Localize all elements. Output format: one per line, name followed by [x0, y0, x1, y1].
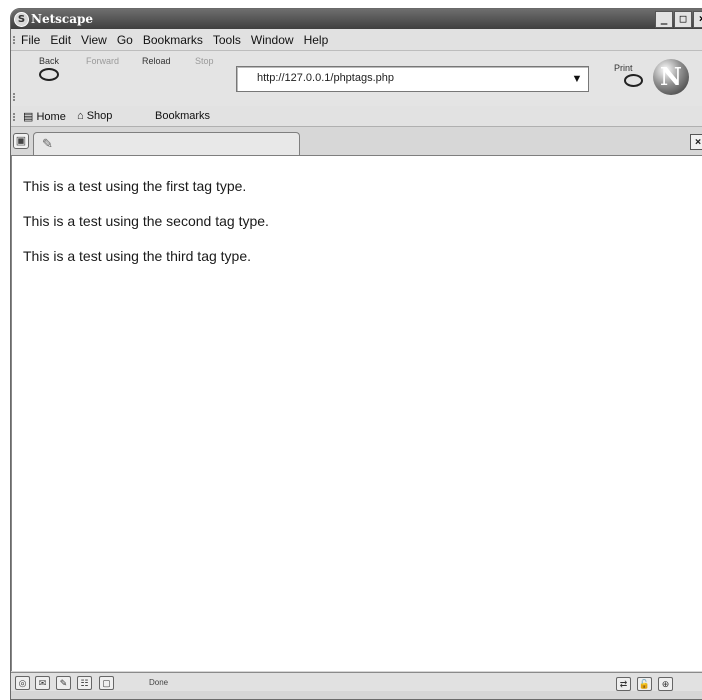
page-line-2: This is a test using the second tag type… [23, 213, 269, 229]
mail-icon[interactable]: ✉ [35, 676, 50, 690]
menu-file[interactable]: File [21, 33, 40, 47]
forward-label: Forward [86, 56, 120, 66]
address-book-icon[interactable]: ☷ [77, 676, 92, 690]
reload-button[interactable]: Reload [142, 56, 171, 66]
personal-toolbar: ▤ Home ⌂ Shop Bookmarks [11, 106, 702, 127]
menu-go[interactable]: Go [117, 33, 133, 47]
toolbar-grip-icon[interactable] [13, 36, 20, 44]
home-label: Home [36, 111, 66, 123]
menu-bookmarks[interactable]: Bookmarks [143, 33, 203, 47]
security-icon[interactable]: 🔓 [637, 677, 652, 691]
page-line-3: This is a test using the third tag type. [23, 248, 252, 264]
back-label: Back [39, 56, 60, 66]
netscape-logo-icon: S [14, 12, 29, 27]
shop-bookmark[interactable]: ⌂ Shop [77, 110, 112, 122]
back-arrow-icon [39, 68, 59, 81]
minimize-button[interactable]: _ [655, 11, 673, 28]
forward-button[interactable]: Forward [86, 56, 119, 66]
stop-button[interactable]: Stop [195, 56, 214, 66]
lock-icon[interactable]: ⊕ [658, 677, 673, 691]
menu-bar: File Edit View Go Bookmarks Tools Window… [11, 29, 702, 50]
shop-icon: ⌂ [77, 110, 84, 122]
chat-icon[interactable]: ▢ [99, 676, 114, 690]
print-button[interactable]: Print [614, 63, 633, 73]
shop-label: Shop [86, 110, 113, 122]
print-label: Print [614, 63, 633, 73]
netscape-throbber-logo-icon[interactable]: N [653, 59, 689, 95]
composer-icon[interactable]: ✎ [56, 676, 71, 690]
close-window-button[interactable]: × [693, 11, 702, 28]
window-title: Netscape [31, 12, 94, 26]
tab-bar: ▣ ✎ × [11, 127, 702, 156]
home-icon: ▤ [23, 111, 34, 123]
stop-label: Stop [195, 56, 214, 66]
navigator-icon[interactable]: ◎ [15, 676, 30, 690]
connection-icon[interactable]: ⇄ [616, 677, 631, 691]
back-button[interactable]: Back [39, 56, 59, 81]
close-tab-button[interactable]: × [690, 134, 702, 150]
navigation-toolbar: Back Forward Reload Stop http://127.0.0.… [11, 50, 702, 107]
menu-view[interactable]: View [81, 33, 107, 47]
tab-page-icon[interactable]: ▣ [13, 133, 29, 149]
bookmarks-button[interactable]: Bookmarks [155, 110, 210, 122]
toolbar-grip-icon[interactable] [13, 113, 20, 121]
maximize-button[interactable]: □ [674, 11, 692, 28]
title-bar[interactable]: S Netscape _ □ × [11, 9, 702, 29]
menu-edit[interactable]: Edit [50, 33, 71, 47]
url-text[interactable]: http://127.0.0.1/phptags.php [257, 72, 394, 84]
toolbar-grip-icon[interactable] [13, 93, 20, 101]
window-controls: _ □ × [655, 11, 702, 28]
page-line-1: This is a test using the first tag type. [23, 178, 247, 194]
menu-tools[interactable]: Tools [213, 33, 241, 47]
status-right-icons: ⇄ 🔓 ⊕ [616, 674, 702, 691]
pin-icon: ✎ [42, 136, 53, 151]
browser-window: S Netscape _ □ × File Edit View Go Bookm… [10, 8, 702, 700]
url-dropdown-arrow-icon[interactable]: ▼ [570, 73, 584, 85]
menu-help[interactable]: Help [304, 33, 329, 47]
url-bar[interactable]: http://127.0.0.1/phptags.php ▼ [236, 66, 589, 92]
reload-label: Reload [142, 56, 171, 66]
tab-current[interactable]: ✎ [33, 132, 300, 155]
menu-window[interactable]: Window [251, 33, 294, 47]
print-icon[interactable] [624, 74, 643, 87]
home-bookmark[interactable]: ▤ Home [23, 110, 66, 123]
status-bar: ◎ ✉ ✎ ☷ ▢ Done ⇄ 🔓 ⊕ [11, 672, 702, 691]
page-content: This is a test using the first tag type.… [11, 156, 702, 671]
